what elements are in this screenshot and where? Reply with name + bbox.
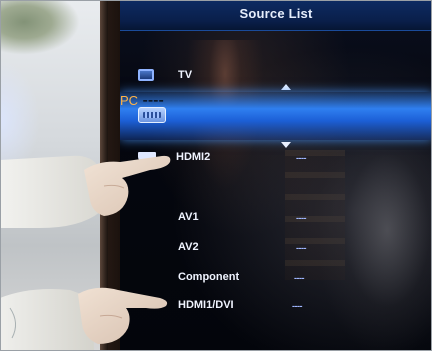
source-list-title: Source List	[239, 6, 313, 21]
source-value-hdmi2: ----	[296, 153, 307, 163]
pointing-hand-upper	[0, 155, 171, 228]
source-label-hdmi1-dvi: HDMI1/DVI	[178, 299, 234, 311]
room-plant	[0, 0, 80, 55]
tv-icon	[138, 69, 154, 81]
source-label-av1: AV1	[178, 211, 199, 223]
scroll-up-arrow-icon[interactable]	[281, 84, 291, 90]
source-value-av2: ----	[296, 243, 307, 253]
tv-photo: Source List TV PC ---- HDMI2 ---- AV1 --…	[0, 0, 432, 351]
source-list-header: Source List	[120, 0, 432, 31]
source-item-tv[interactable]: TV	[120, 65, 432, 85]
source-label-av2: AV2	[178, 241, 199, 253]
source-label-tv: TV	[178, 69, 193, 81]
pointing-hand-lower	[0, 287, 168, 351]
source-label-component: Component	[178, 271, 240, 283]
pc-icon	[138, 107, 166, 123]
source-value-component: ----	[294, 273, 305, 283]
source-value-av1: ----	[296, 213, 307, 223]
source-label-pc: PC	[120, 93, 139, 108]
source-value-hdmi1-dvi: ----	[292, 301, 303, 311]
source-item-av2[interactable]: AV2 ----	[120, 238, 432, 258]
source-item-pc[interactable]: PC ----	[120, 92, 432, 140]
source-label-hdmi2: HDMI2	[176, 151, 211, 163]
